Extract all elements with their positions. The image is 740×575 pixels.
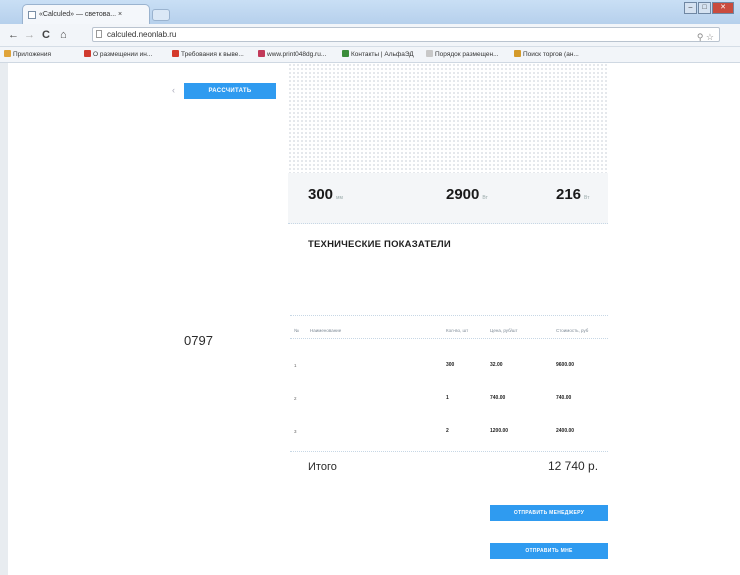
th-name: Наименование bbox=[310, 328, 342, 333]
row-qty: 2 bbox=[446, 428, 449, 434]
row-price: 740.00 bbox=[490, 395, 506, 401]
row-cost: 9600.00 bbox=[556, 362, 575, 368]
bookmark-favicon-icon bbox=[426, 50, 433, 57]
neon-letters-preview bbox=[290, 57, 606, 109]
maximize-button[interactable]: □ bbox=[698, 2, 711, 14]
th-cost: Стоимость, руб bbox=[556, 328, 589, 333]
new-tab-button[interactable] bbox=[152, 9, 170, 21]
bookmark-favicon-icon bbox=[4, 50, 11, 57]
page-icon bbox=[96, 30, 102, 38]
bookmark-label: Приложения bbox=[13, 51, 52, 58]
bookmark-favicon-icon bbox=[514, 50, 521, 57]
send-manager-button[interactable]: ОТПРАВИТЬ МЕНЕДЖЕРУ bbox=[490, 505, 608, 521]
tech-title: ТЕХНИЧЕСКИЕ ПОКАЗАТЕЛИ bbox=[308, 239, 451, 250]
browser-tab[interactable]: «Calculed» — светова... × bbox=[22, 4, 150, 24]
home-icon[interactable]: ⌂ bbox=[60, 28, 67, 42]
row-cost: 740.00 bbox=[556, 395, 572, 401]
browser-titlebar: «Calculed» — светова... × – □ ✕ bbox=[0, 0, 740, 24]
th-price: Цена, руб/шт bbox=[490, 328, 518, 333]
page-content: ‹ РАССЧИТАТЬ 300 мм 2900 Вт 216 Вт ТЕХНИЧЕС… bbox=[0, 63, 740, 575]
divider bbox=[290, 451, 608, 452]
table-row: 2 1 740.00 740.00 bbox=[290, 386, 608, 416]
stat-consumption: 216 Вт bbox=[556, 186, 590, 203]
row-qty: 1 bbox=[446, 395, 449, 401]
close-window-button[interactable]: ✕ bbox=[712, 2, 734, 14]
table-row: 1 300 32.00 9600.00 bbox=[290, 353, 608, 383]
search-star-icons[interactable]: ⚲ ☆ bbox=[697, 31, 714, 44]
stat-dimension: 300 мм bbox=[308, 186, 343, 203]
page-favicon-icon bbox=[28, 11, 36, 19]
stats-panel: 300 мм 2900 Вт 216 Вт bbox=[288, 173, 608, 224]
address-bar[interactable]: calculed.neonlab.ru ⚲ ☆ bbox=[92, 27, 720, 42]
window-controls: – □ ✕ bbox=[684, 2, 734, 14]
browser-toolbar: ← → C ⌂ calculed.neonlab.ru ⚲ ☆ bbox=[0, 24, 740, 47]
row-number: 3 bbox=[294, 429, 297, 434]
address-text: calculed.neonlab.ru bbox=[107, 30, 177, 39]
bookmark-favicon-icon bbox=[258, 50, 265, 57]
reload-icon[interactable]: C bbox=[42, 28, 50, 42]
row-cost: 2400.00 bbox=[556, 428, 575, 434]
row-number: 1 bbox=[294, 363, 297, 368]
bookmark-item[interactable]: Приложения bbox=[4, 50, 51, 59]
th-qty: Кол-во, шт bbox=[446, 328, 469, 333]
chevron-left-icon[interactable]: ‹ bbox=[172, 85, 175, 95]
calculate-button[interactable]: РАССЧИТАТЬ bbox=[184, 83, 276, 99]
stat-power: 2900 Вт bbox=[446, 186, 488, 203]
bookmark-label: Требования к выве... bbox=[181, 51, 244, 58]
row-price: 32.00 bbox=[490, 362, 503, 368]
back-arrow-icon[interactable]: ← bbox=[8, 28, 19, 42]
total-value: 12 740 р. bbox=[548, 459, 599, 473]
bookmark-item[interactable]: О размещении ин... bbox=[84, 50, 152, 59]
bookmark-favicon-icon bbox=[84, 50, 91, 57]
minimize-button[interactable]: – bbox=[684, 2, 697, 14]
divider bbox=[290, 315, 608, 316]
bookmark-favicon-icon bbox=[172, 50, 179, 57]
window-title-blurred bbox=[290, 6, 510, 16]
forward-arrow-icon[interactable]: → bbox=[24, 28, 35, 42]
row-qty: 300 bbox=[446, 362, 455, 368]
bookmark-label: О размещении ин... bbox=[93, 51, 153, 58]
bookmark-favicon-icon bbox=[342, 50, 349, 57]
row-number: 2 bbox=[294, 396, 297, 401]
order-number: 0797 bbox=[184, 333, 213, 348]
table-row: 3 2 1200.00 2400.00 bbox=[290, 419, 608, 449]
row-price: 1200.00 bbox=[490, 428, 509, 434]
th-num: № bbox=[294, 328, 299, 333]
divider bbox=[290, 338, 608, 339]
send-me-button[interactable]: ОТПРАВИТЬ МНЕ bbox=[490, 543, 608, 559]
bookmark-item[interactable]: Требования к выве... bbox=[172, 50, 244, 59]
tab-title: «Calculed» — светова... × bbox=[39, 11, 123, 18]
total-label: Итого bbox=[308, 461, 337, 473]
